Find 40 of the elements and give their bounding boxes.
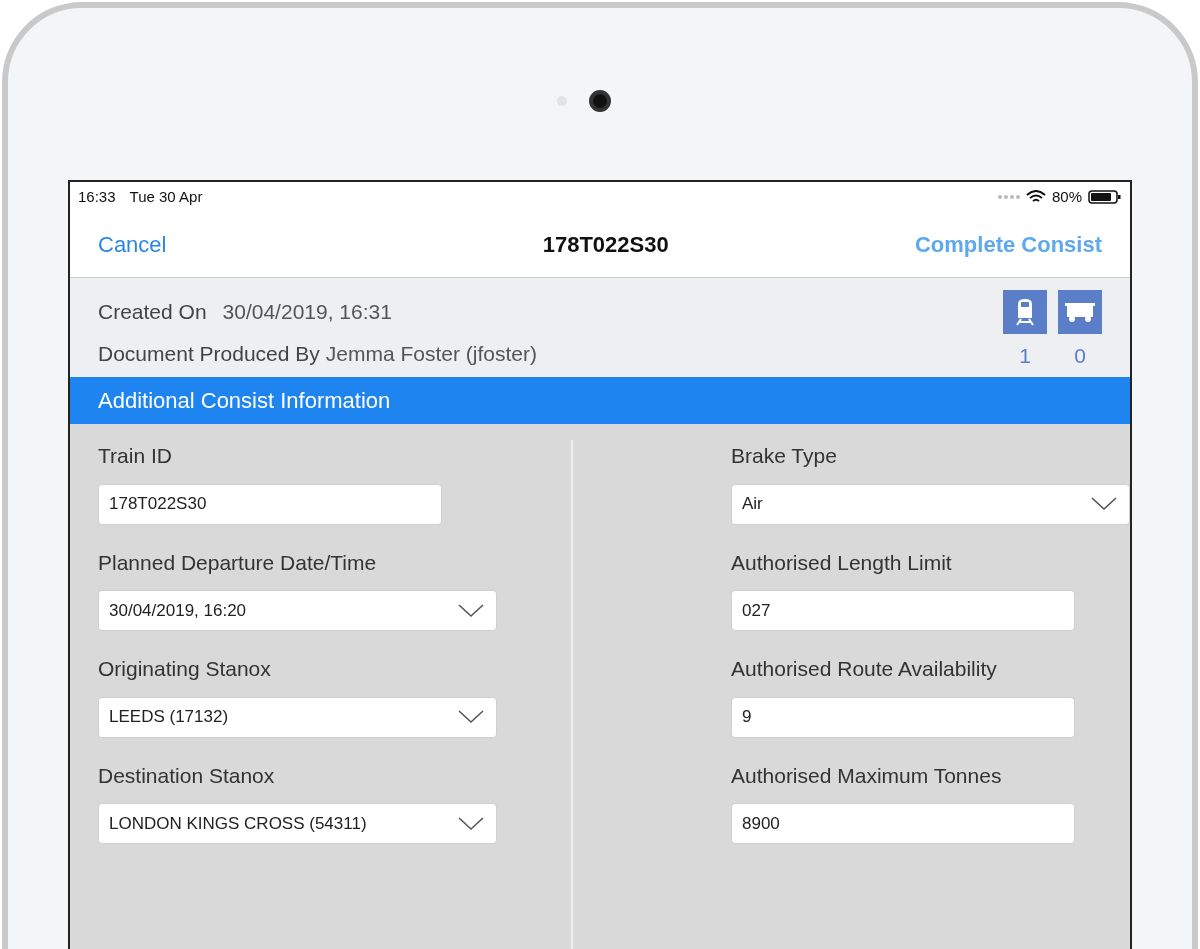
wifi-icon — [1025, 190, 1046, 204]
dropdown-field[interactable]: Air — [731, 483, 1130, 525]
nav-title: 178T022S30 — [542, 231, 669, 259]
input-field[interactable]: 9 — [731, 696, 1075, 738]
vehicle-tile[interactable] — [1058, 290, 1102, 334]
vehicle-count: 0 — [1074, 343, 1086, 369]
dropdown-field[interactable]: LONDON KINGS CROSS (54311) — [98, 803, 497, 844]
input-field[interactable]: 027 — [731, 590, 1075, 631]
chevron-down-icon — [1091, 497, 1117, 511]
field-label: Authorised Route Availability — [731, 656, 998, 682]
input-field[interactable]: 8900 — [731, 803, 1075, 844]
created-value: 30/04/2019, 16:31 — [222, 299, 392, 325]
locomotive-icon — [1014, 298, 1036, 326]
battery-percent: 80% — [1051, 186, 1082, 207]
camera-lens — [589, 90, 611, 112]
input-field[interactable]: 178T022S30 — [98, 483, 442, 525]
vehicle-count: 1 — [1019, 343, 1031, 369]
signal-icon — [997, 195, 1020, 199]
field-label: Planned Departure Date/Time — [98, 549, 378, 576]
wagon-icon — [1064, 300, 1096, 324]
vehicle-tile[interactable] — [1003, 290, 1047, 334]
field-label: Destination Stanox — [98, 762, 276, 789]
produced-value: Jemma Foster (jfoster) — [325, 340, 537, 367]
battery-icon — [1088, 190, 1122, 204]
field-label: Train ID — [98, 443, 173, 469]
status-date: Tue 30 Apr — [129, 186, 203, 207]
dropdown-field[interactable]: 30/04/2019, 16:20 — [98, 590, 497, 631]
field-label: Authorised Maximum Tonnes — [731, 762, 1003, 789]
field-label: Brake Type — [731, 443, 838, 469]
chevron-down-icon — [458, 816, 484, 831]
created-label: Created On — [98, 299, 207, 325]
status-time: 16:33 — [78, 186, 116, 207]
field-label: Authorised Length Limit — [731, 549, 953, 576]
dropdown-field[interactable]: LEEDS (17132) — [98, 696, 497, 738]
cancel-button[interactable]: Cancel — [98, 228, 167, 261]
chevron-down-icon — [458, 603, 484, 618]
section-header: Additional Consist Information — [70, 377, 1130, 424]
produced-label: Document Produced By — [98, 340, 320, 367]
field-label: Originating Stanox — [98, 656, 272, 682]
chevron-down-icon — [458, 710, 484, 724]
